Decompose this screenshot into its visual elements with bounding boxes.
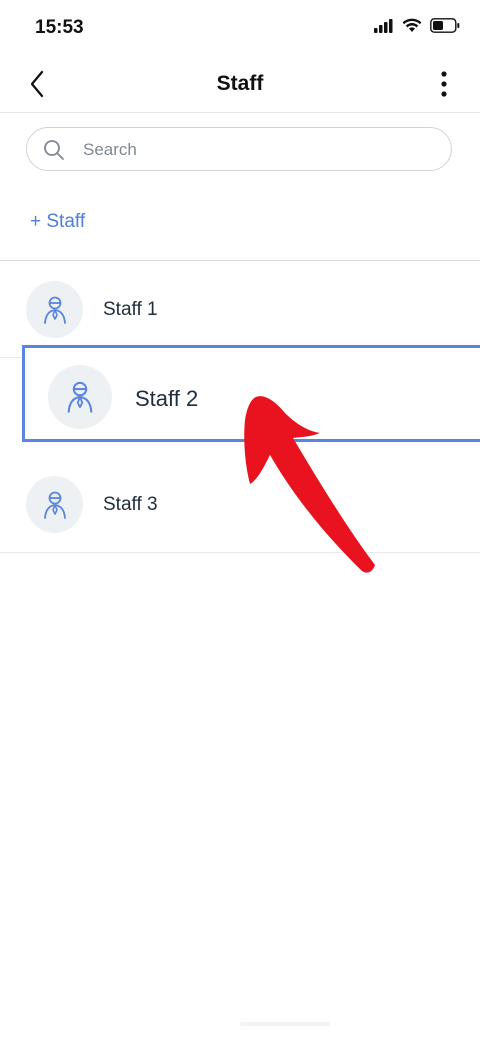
annotation-arrow — [244, 396, 375, 573]
search-box[interactable] — [26, 127, 452, 171]
home-indicator — [240, 1022, 330, 1026]
more-vertical-icon — [441, 71, 447, 97]
section-divider — [0, 260, 480, 261]
battery-icon — [430, 18, 460, 33]
more-options-button[interactable] — [440, 70, 448, 98]
avatar — [48, 365, 112, 429]
wifi-icon — [402, 18, 422, 32]
avatar — [26, 476, 83, 533]
search-icon — [44, 140, 64, 160]
avatar — [26, 281, 83, 338]
page-title: Staff — [216, 72, 264, 95]
staff-name: Staff 2 — [135, 386, 199, 411]
staff-name: Staff 3 — [103, 494, 158, 515]
staff-person-icon — [67, 381, 93, 413]
staff-person-icon — [43, 491, 66, 519]
status-time: 15:53 — [35, 17, 84, 38]
cellular-signal-icon — [374, 18, 393, 33]
search-input[interactable] — [81, 137, 435, 163]
status-icons — [374, 18, 460, 33]
staff-name: Staff 1 — [103, 299, 158, 320]
nav-bar: Staff — [0, 56, 480, 113]
staff-person-icon — [43, 296, 66, 324]
add-staff-button[interactable]: + Staff — [30, 211, 85, 233]
list-item[interactable]: Staff 1 — [0, 262, 480, 358]
status-bar: 15:53 — [0, 0, 480, 56]
